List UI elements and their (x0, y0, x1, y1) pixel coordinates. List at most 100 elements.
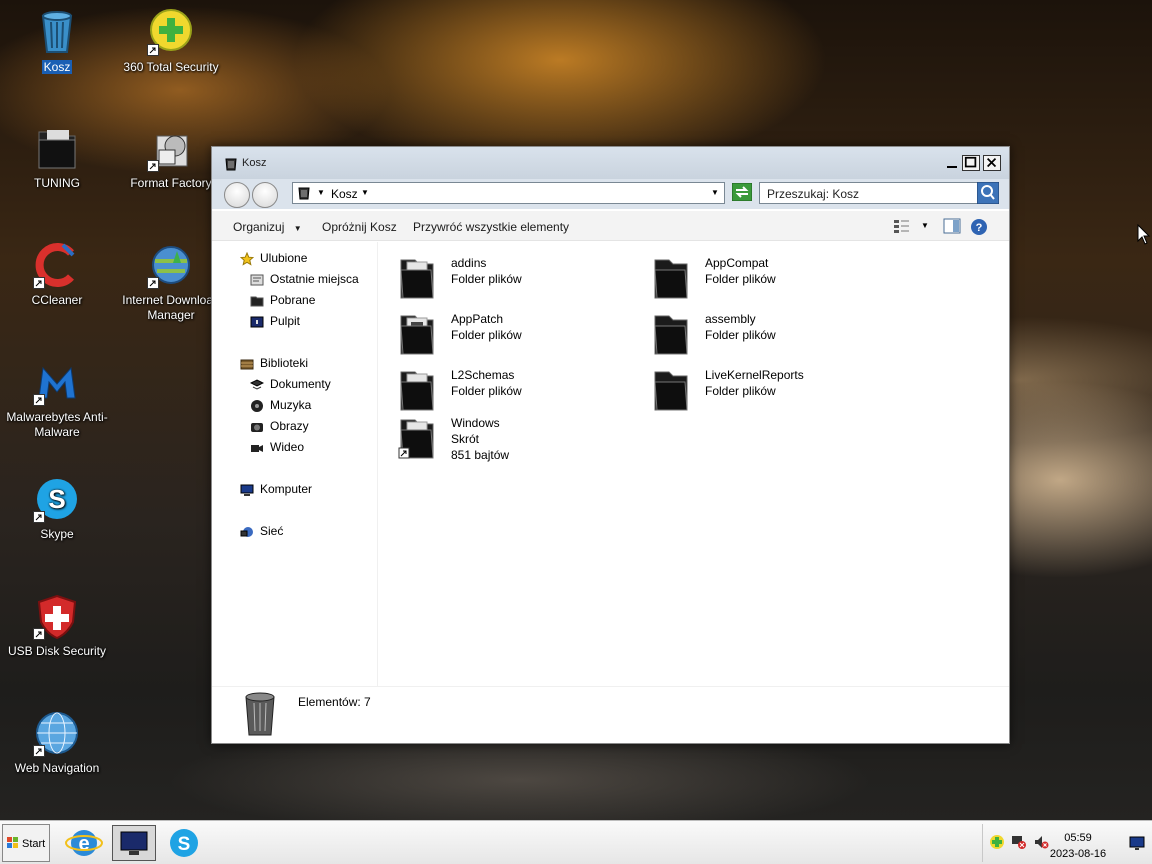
desktop-icon-label: TUNING (34, 176, 80, 190)
folder-icon (397, 366, 437, 414)
skype-icon: S (170, 829, 198, 857)
maximize-button[interactable] (962, 155, 980, 171)
videos-icon (250, 441, 264, 455)
refresh-icon (731, 182, 753, 202)
preview-pane-icon (943, 218, 961, 234)
svg-text:?: ? (976, 222, 983, 234)
close-button[interactable] (983, 155, 1001, 171)
recycle-bin-icon (224, 157, 238, 171)
taskbar-explorer-window[interactable] (112, 825, 156, 861)
navigation-bar: ▼ Kosz ▼ ▼ Przeszukaj: Kosz (212, 179, 1009, 209)
item-count: Elementów: 7 (298, 695, 371, 709)
search-placeholder: Przeszukaj: Kosz (767, 187, 860, 201)
file-item[interactable]: addins Folder plików (397, 254, 637, 310)
maximize-icon (964, 156, 977, 168)
minimize-icon (947, 166, 957, 168)
file-item[interactable]: AppCompat Folder plików (651, 254, 891, 310)
refresh-button[interactable] (731, 182, 753, 202)
minimize-button[interactable] (943, 155, 961, 171)
search-icon (976, 181, 1000, 205)
explorer-window: Kosz ▼ Kosz ▼ ▼ Przeszukaj: Kosz Organiz… (211, 146, 1010, 744)
navigation-pane: Ulubione Ostatnie miejsca Pobrane Pulpit… (212, 242, 378, 686)
svg-text:S: S (178, 834, 191, 855)
desktop-icon-360-total-security[interactable]: 360 Total Security (116, 8, 226, 75)
malwarebytes-icon (33, 358, 81, 406)
desktop-icon-malwarebytes[interactable]: Malwarebytes Anti-Malware (2, 358, 112, 440)
computer-icon (240, 483, 254, 497)
internet-explorer-icon: e (65, 830, 103, 856)
desktop-icon-kosz[interactable]: Kosz (2, 8, 112, 75)
taskbar-internet-explorer[interactable]: e (64, 825, 104, 861)
view-options-dropdown-icon[interactable]: ▼ (921, 221, 929, 230)
start-button[interactable]: Start (2, 824, 50, 862)
globe-icon (33, 709, 81, 757)
system-tray: 05:59 2023-08-16 (982, 824, 1152, 862)
desktop-icon-label: Internet Download Manager (122, 293, 220, 322)
plus-shield-icon (147, 8, 195, 56)
desktop-icon-label: Malwarebytes Anti-Malware (6, 410, 108, 439)
skype-icon: S (33, 475, 81, 523)
organize-button[interactable]: Organizuj ▼ (233, 220, 302, 234)
tray-360-security-icon[interactable] (989, 834, 1005, 853)
taskbar-skype[interactable]: S (164, 825, 204, 861)
desktop-icon-web-navigation[interactable]: Web Navigation (2, 709, 112, 776)
close-icon (987, 158, 997, 168)
mouse-cursor-icon (1137, 223, 1151, 246)
desktop-icon (250, 315, 264, 329)
restore-all-button[interactable]: Przywróć wszystkie elementy (413, 220, 569, 234)
music-icon (250, 399, 264, 413)
shortcut-arrow-icon (147, 277, 159, 289)
clock[interactable]: 05:59 2023-08-16 (1043, 830, 1113, 862)
window-titlebar[interactable]: Kosz (212, 147, 1009, 179)
forward-button[interactable] (252, 182, 278, 208)
file-item[interactable]: LiveKernelReports Folder plików (651, 366, 891, 422)
svg-text:S: S (48, 484, 65, 514)
back-button[interactable] (224, 182, 250, 208)
empty-bin-button[interactable]: Opróżnij Kosz (322, 220, 397, 234)
desktop-icon-label: Format Factory (130, 176, 212, 190)
recycle-bin-icon (240, 691, 280, 737)
pictures-icon (250, 420, 264, 434)
recycle-bin-icon (33, 8, 81, 56)
file-item[interactable]: assembly Folder plików (651, 310, 891, 366)
desktop-icon-label: CCleaner (31, 293, 83, 307)
file-item[interactable]: AppPatch Folder plików (397, 310, 637, 366)
folder-icon (651, 366, 691, 414)
breadcrumb-kosz[interactable]: Kosz (331, 187, 358, 201)
breadcrumb-arrow-icon[interactable]: ▼ (317, 188, 325, 197)
file-item[interactable]: Windows Skrót 851 bajtów (397, 414, 637, 474)
help-button[interactable]: ? (970, 218, 988, 239)
desktop-icon-skype[interactable]: S Skype (2, 475, 112, 542)
search-input[interactable]: Przeszukaj: Kosz (759, 181, 1000, 205)
shortcut-arrow-icon (33, 628, 45, 640)
documents-icon (249, 378, 265, 392)
desktop-icon-format-factory[interactable]: Format Factory (116, 124, 226, 191)
folder-icon (33, 124, 81, 172)
address-history-dropdown-icon[interactable]: ▼ (711, 188, 719, 197)
preview-pane-button[interactable] (943, 218, 961, 237)
folder-icon (651, 310, 691, 358)
folder-icon (397, 254, 437, 302)
desktop-icon-ccleaner[interactable]: CCleaner (2, 241, 112, 308)
downloads-folder-icon (250, 294, 264, 308)
desktop-icon-tuning[interactable]: TUNING (2, 124, 112, 191)
window-title: Kosz (242, 157, 267, 169)
view-icon (894, 220, 909, 233)
network-icon (240, 525, 254, 539)
shortcut-arrow-icon (33, 511, 45, 523)
organize-label: Organizuj (233, 220, 285, 234)
folder-icon (651, 254, 691, 302)
taskbar: Start e S 05:59 2023-08-16 (0, 820, 1152, 864)
change-view-button[interactable] (893, 218, 911, 237)
show-desktop-icon[interactable] (1129, 835, 1145, 854)
desktop-icon-usb-disk-security[interactable]: USB Disk Security (2, 592, 112, 659)
address-bar[interactable]: ▼ Kosz ▼ ▼ (292, 182, 725, 204)
recycle-bin-icon (297, 186, 311, 200)
search-button[interactable] (976, 181, 1000, 205)
tray-network-disconnected-icon[interactable] (1011, 834, 1027, 853)
clock-date: 2023-08-16 (1049, 848, 1107, 860)
breadcrumb-arrow-icon[interactable]: ▼ (361, 188, 369, 197)
desktop-icon-internet-download-manager[interactable]: Internet Download Manager (116, 241, 226, 323)
file-list: addins Folder plików AppCompat Folder pl… (379, 242, 1009, 686)
command-bar: Organizuj ▼ Opróżnij Kosz Przywróć wszys… (212, 211, 1009, 241)
